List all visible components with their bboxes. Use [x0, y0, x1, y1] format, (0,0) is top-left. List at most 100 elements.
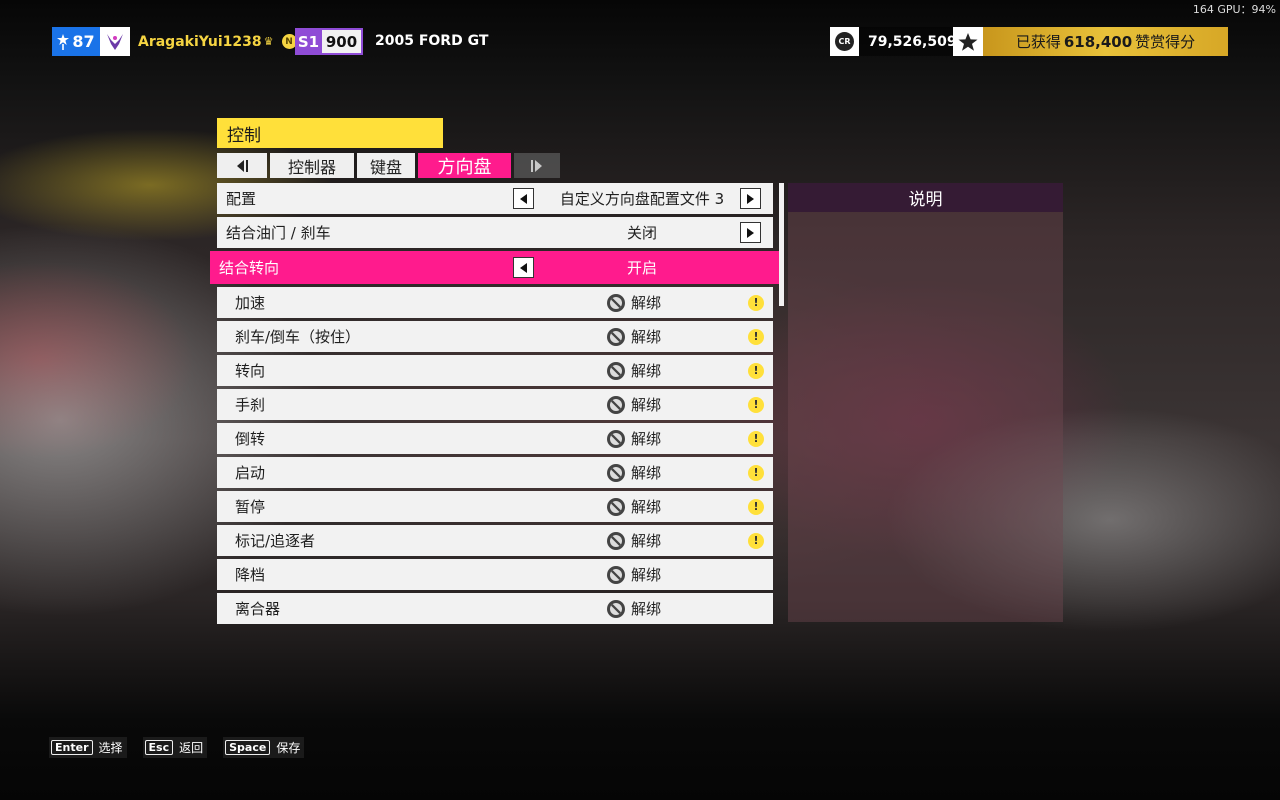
- profile-next-button[interactable]: [740, 188, 761, 209]
- binding-status: 解绑: [631, 532, 662, 550]
- unbound-icon: [607, 531, 625, 550]
- binding-row-handbrake[interactable]: 手刹 解绑 !: [217, 389, 773, 420]
- binding-label: 暂停: [235, 498, 266, 516]
- warning-icon: !: [748, 362, 764, 379]
- binding-label: 加速: [235, 294, 266, 312]
- player-level: 87: [52, 27, 100, 56]
- unbound-icon: [607, 429, 625, 448]
- unbound-icon: [607, 361, 625, 380]
- unbound-icon: [607, 497, 625, 516]
- tab-wheel[interactable]: 方向盘: [418, 153, 511, 178]
- avatar: [100, 27, 130, 56]
- unbound-icon: [607, 565, 625, 584]
- warning-icon: !: [748, 328, 764, 345]
- tab-controller[interactable]: 控制器: [270, 153, 354, 178]
- combine-throttle-next-button[interactable]: [740, 222, 761, 243]
- tab-keyboard[interactable]: 键盘: [357, 153, 415, 178]
- hint-back[interactable]: Esc 返回: [142, 737, 208, 758]
- setting-label: 结合油门 / 刹车: [226, 224, 331, 242]
- car-class: S1: [295, 28, 322, 55]
- binding-row-brake-reverse[interactable]: 刹车/倒车（按住） 解绑 !: [217, 321, 773, 352]
- binding-status: 解绑: [631, 498, 662, 516]
- hint-save[interactable]: Space 保存: [223, 737, 305, 758]
- hint-label: 选择: [98, 741, 123, 755]
- description-panel: 说明: [788, 183, 1063, 622]
- setting-value: 关闭: [626, 224, 657, 242]
- credits-value: 79,526,509: [868, 33, 957, 50]
- list-scrollbar[interactable]: [779, 183, 784, 306]
- binding-label: 启动: [235, 464, 266, 482]
- combine-steering-prev-button[interactable]: [513, 257, 534, 278]
- warning-icon: !: [748, 532, 764, 549]
- setting-combine-steering-row[interactable]: 结合转向 开启: [210, 251, 780, 284]
- setting-combine-throttle-brake-row[interactable]: 结合油门 / 刹车 关闭: [217, 217, 773, 248]
- setting-profile-row[interactable]: 配置 自定义方向盘配置文件 3: [217, 183, 773, 214]
- hint-select[interactable]: Enter 选择: [49, 737, 127, 758]
- unbound-icon: [607, 599, 625, 618]
- binding-status: 解绑: [631, 464, 662, 482]
- hint-label: 返回: [179, 741, 204, 755]
- arrow-right-icon: [747, 227, 754, 238]
- description-title: 说明: [788, 183, 1063, 212]
- binding-status: 解绑: [631, 566, 662, 584]
- credits-display: CR 79,526,509: [830, 27, 965, 56]
- binding-label: 倒转: [235, 430, 266, 448]
- setting-label: 配置: [226, 190, 257, 208]
- enter-key-icon: Enter: [51, 740, 93, 755]
- crown-icon: ♛: [263, 35, 274, 48]
- page-title: 控制: [217, 118, 443, 148]
- accolade-text: 已获得 618,400 赞赏得分: [983, 27, 1228, 56]
- binding-row-rewind[interactable]: 倒转 解绑 !: [217, 423, 773, 454]
- profile-prev-button[interactable]: [513, 188, 534, 209]
- unbound-icon: [607, 327, 625, 346]
- binding-status: 解绑: [631, 294, 662, 312]
- warning-icon: !: [748, 430, 764, 447]
- binding-label: 离合器: [235, 600, 281, 618]
- binding-row-steering[interactable]: 转向 解绑 !: [217, 355, 773, 386]
- avatar-emblem-icon: [107, 33, 123, 50]
- esc-key-icon: Esc: [144, 740, 174, 755]
- binding-row-marker-chaser[interactable]: 标记/追逐者 解绑 !: [217, 525, 773, 556]
- binding-status: 解绑: [631, 396, 662, 414]
- warning-icon: !: [748, 464, 764, 481]
- warning-icon: !: [748, 498, 764, 515]
- player-info: 87 AragakiYui1238 ♛ N: [52, 27, 297, 56]
- binding-label: 降档: [235, 566, 266, 584]
- unbound-icon: [607, 395, 625, 414]
- car-name: 2005 FORD GT: [375, 33, 489, 49]
- car-class-badge: S1 900: [295, 28, 363, 55]
- level-star-icon: [57, 33, 70, 50]
- control-hints: Enter 选择 Esc 返回 Space 保存: [49, 737, 305, 758]
- accolade-star-icon: [953, 27, 983, 56]
- level-value: 87: [72, 32, 95, 51]
- binding-row-pause[interactable]: 暂停 解绑 !: [217, 491, 773, 522]
- binding-status: 解绑: [631, 328, 662, 346]
- gpu-readout: 164 GPU：94%: [1192, 3, 1276, 16]
- binding-row-accelerate[interactable]: 加速 解绑 !: [217, 287, 773, 318]
- hint-label: 保存: [276, 741, 301, 755]
- warning-icon: !: [748, 396, 764, 413]
- binding-label: 刹车/倒车（按住）: [235, 328, 361, 346]
- tab-next-icon: [531, 159, 542, 172]
- binding-row-start[interactable]: 启动 解绑 !: [217, 457, 773, 488]
- credits-icon: CR: [830, 27, 859, 56]
- arrow-left-icon: [520, 193, 527, 204]
- tab-bar: 控制器 键盘 方向盘: [217, 153, 563, 178]
- setting-value: 自定义方向盘配置文件 3: [559, 190, 725, 208]
- arrow-left-icon: [520, 262, 527, 273]
- binding-status: 解绑: [631, 362, 662, 380]
- settings-list: 配置 自定义方向盘配置文件 3 结合油门 / 刹车 关闭 结合转向 开启 加速 …: [210, 183, 780, 627]
- binding-row-clutch[interactable]: 离合器 解绑: [217, 593, 773, 624]
- binding-status: 解绑: [631, 430, 662, 448]
- arrow-right-icon: [747, 193, 754, 204]
- performance-index: 900: [322, 28, 363, 55]
- space-key-icon: Space: [225, 740, 271, 755]
- tab-next-button[interactable]: [514, 153, 560, 178]
- tab-prev-button[interactable]: [217, 153, 267, 178]
- binding-row-downshift[interactable]: 降档 解绑: [217, 559, 773, 590]
- gamertag: AragakiYui1238: [138, 33, 262, 50]
- binding-label: 手刹: [235, 396, 266, 414]
- tab-prev-icon: [237, 159, 248, 172]
- binding-status: 解绑: [631, 600, 662, 618]
- unbound-icon: [607, 463, 625, 482]
